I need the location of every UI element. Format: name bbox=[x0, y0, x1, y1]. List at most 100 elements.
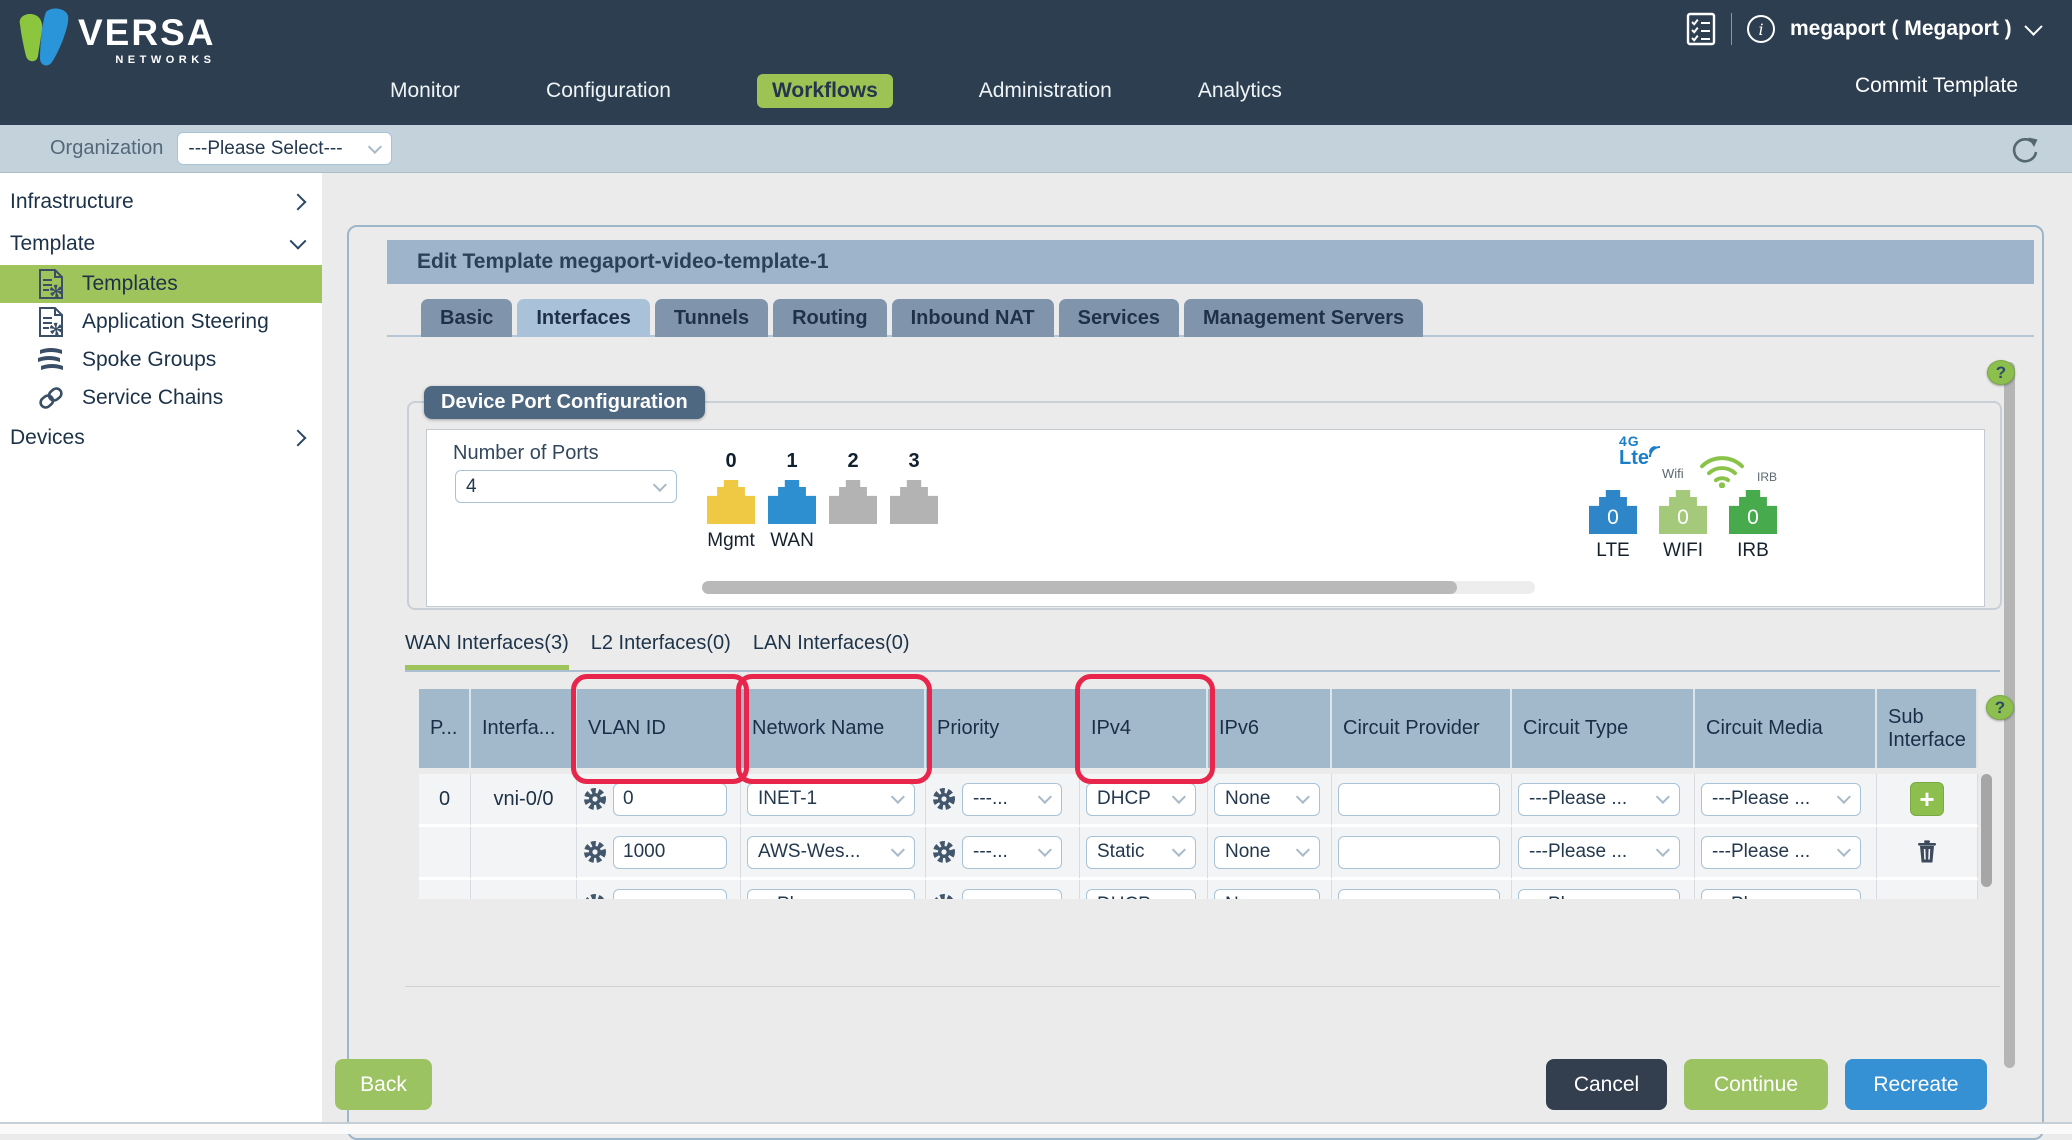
port-label: LTE bbox=[1589, 540, 1637, 562]
help-icon[interactable]: ? bbox=[1987, 360, 2015, 385]
gear-icon[interactable] bbox=[583, 840, 607, 864]
recreate-button[interactable]: Recreate bbox=[1845, 1059, 1987, 1110]
port-label: WIFI bbox=[1659, 540, 1707, 562]
table-row: ---Please ... ---... DHCP None ---Please… bbox=[419, 880, 1999, 899]
tab-basic[interactable]: Basic bbox=[421, 299, 512, 337]
gear-icon[interactable] bbox=[932, 840, 956, 864]
circuit-provider-input[interactable] bbox=[1338, 889, 1500, 900]
sidebar-item-service-chains[interactable]: Service Chains bbox=[0, 379, 322, 417]
panel-title: Edit Template megaport-video-template-1 bbox=[387, 240, 2034, 284]
ipv4-select[interactable]: Static bbox=[1086, 836, 1196, 869]
user-menu-label[interactable]: megaport ( Megaport ) bbox=[1790, 17, 2012, 41]
ipv4-select[interactable]: DHCP bbox=[1086, 889, 1196, 900]
gear-icon[interactable] bbox=[932, 893, 956, 899]
port-column-1: 1 WAN bbox=[768, 450, 816, 552]
tab-wan-interfaces[interactable]: WAN Interfaces(3) bbox=[405, 632, 569, 670]
ipv6-select[interactable]: None bbox=[1214, 783, 1320, 816]
info-icon[interactable]: i bbox=[1747, 15, 1775, 43]
sidebar-item-devices[interactable]: Devices bbox=[0, 417, 322, 459]
priority-select[interactable]: ---... bbox=[962, 836, 1062, 869]
network-name-select[interactable]: AWS-Wes... bbox=[747, 836, 915, 869]
organization-select-value: ---Please Select--- bbox=[188, 138, 342, 160]
vlan-id-input[interactable] bbox=[613, 889, 727, 900]
organization-select[interactable]: ---Please Select--- bbox=[177, 132, 392, 165]
user-menu-chevron-down-icon[interactable] bbox=[2024, 17, 2042, 35]
delete-row-trash-icon[interactable] bbox=[1917, 840, 1937, 864]
port-column-wifi: 0 WIFI bbox=[1659, 488, 1707, 562]
wifi-caption: Wifi bbox=[1662, 466, 1684, 481]
sidebar-item-templates[interactable]: Templates bbox=[0, 265, 322, 303]
ipv6-select[interactable]: None bbox=[1214, 889, 1320, 900]
sidebar-item-spoke-groups[interactable]: Spoke Groups bbox=[0, 341, 322, 379]
circuit-type-select[interactable]: ---Please ... bbox=[1518, 836, 1680, 869]
gear-icon[interactable] bbox=[583, 893, 607, 899]
network-name-select[interactable]: INET-1 bbox=[747, 783, 915, 816]
circuit-media-select[interactable]: ---Please ... bbox=[1701, 836, 1861, 869]
chevron-down-icon bbox=[1172, 790, 1186, 804]
add-sub-interface-button[interactable]: + bbox=[1910, 782, 1944, 816]
vlan-id-input[interactable] bbox=[613, 836, 727, 869]
number-of-ports-select[interactable]: 4 bbox=[455, 470, 677, 503]
circuit-provider-input[interactable] bbox=[1338, 836, 1500, 869]
nav-configuration[interactable]: Configuration bbox=[546, 79, 671, 103]
ipv4-select[interactable]: DHCP bbox=[1086, 783, 1196, 816]
device-port-configuration-body: Number of Ports 4 0 Mgmt 1 WAN 2 bbox=[426, 429, 1985, 607]
gear-icon[interactable] bbox=[932, 787, 956, 811]
table-scrollbar-thumb[interactable] bbox=[1981, 774, 1992, 887]
chevron-down-icon bbox=[368, 139, 382, 153]
port-column-lte: 0 LTE bbox=[1589, 488, 1637, 562]
col-header-circuit-type: Circuit Type bbox=[1512, 689, 1695, 768]
commit-template-button[interactable]: Commit Template bbox=[1855, 74, 2018, 98]
port-icon-unused[interactable] bbox=[890, 480, 938, 524]
back-button[interactable]: Back bbox=[335, 1059, 432, 1110]
priority-select[interactable]: ---... bbox=[962, 889, 1062, 900]
tab-routing[interactable]: Routing bbox=[773, 299, 887, 337]
refresh-icon[interactable] bbox=[2008, 132, 2042, 171]
port-icon-unused[interactable] bbox=[829, 480, 877, 524]
continue-button[interactable]: Continue bbox=[1684, 1059, 1828, 1110]
tab-management-servers[interactable]: Management Servers bbox=[1184, 299, 1423, 337]
ipv6-select[interactable]: None bbox=[1214, 836, 1320, 869]
port-icon-irb[interactable]: 0 bbox=[1729, 490, 1777, 534]
nav-monitor[interactable]: Monitor bbox=[390, 79, 460, 103]
tab-l2-interfaces[interactable]: L2 Interfaces(0) bbox=[591, 632, 731, 670]
tab-lan-interfaces[interactable]: LAN Interfaces(0) bbox=[753, 632, 910, 670]
tab-services[interactable]: Services bbox=[1059, 299, 1179, 337]
tab-interfaces[interactable]: Interfaces bbox=[517, 299, 650, 337]
circuit-media-select[interactable]: ---Please ... bbox=[1701, 889, 1861, 900]
port-number: 2 bbox=[829, 450, 877, 478]
network-name-select[interactable]: ---Please ... bbox=[747, 889, 915, 900]
cell-port: 0 bbox=[419, 774, 471, 827]
horizontal-scrollbar bbox=[702, 581, 1535, 594]
interface-tabs: WAN Interfaces(3) L2 Interfaces(0) LAN I… bbox=[405, 632, 910, 670]
cancel-button[interactable]: Cancel bbox=[1546, 1059, 1667, 1110]
horizontal-scrollbar-thumb[interactable] bbox=[702, 581, 1457, 594]
port-label bbox=[890, 530, 938, 552]
port-icon-mgmt[interactable] bbox=[707, 480, 755, 524]
priority-select[interactable]: ---... bbox=[962, 783, 1062, 816]
port-icon-wifi[interactable]: 0 bbox=[1659, 490, 1707, 534]
tasks-checklist-icon[interactable] bbox=[1686, 12, 1716, 46]
help-icon[interactable]: ? bbox=[1986, 695, 2014, 720]
nav-analytics[interactable]: Analytics bbox=[1198, 79, 1282, 103]
document-gear-icon bbox=[36, 269, 66, 299]
circuit-type-select[interactable]: ---Please ... bbox=[1518, 783, 1680, 816]
lte-text: Lte bbox=[1619, 448, 1649, 468]
sidebar-item-infrastructure[interactable]: Infrastructure bbox=[0, 181, 322, 223]
vlan-id-input[interactable] bbox=[613, 783, 727, 816]
cell-ipv4: DHCP bbox=[1080, 880, 1208, 899]
table-body: 0 vni-0/0 INET-1 ---... DHCP None bbox=[419, 774, 1999, 899]
gear-icon[interactable] bbox=[583, 787, 607, 811]
nav-administration[interactable]: Administration bbox=[979, 79, 1112, 103]
port-icon-wan[interactable] bbox=[768, 480, 816, 524]
port-icon-lte[interactable]: 0 bbox=[1589, 490, 1637, 534]
col-header-circuit-provider: Circuit Provider bbox=[1332, 689, 1512, 768]
sidebar-item-application-steering[interactable]: Application Steering bbox=[0, 303, 322, 341]
tab-tunnels[interactable]: Tunnels bbox=[655, 299, 768, 337]
nav-workflows[interactable]: Workflows bbox=[757, 74, 893, 108]
tab-inbound-nat[interactable]: Inbound NAT bbox=[892, 299, 1054, 337]
circuit-type-select[interactable]: ---Please ... bbox=[1518, 889, 1680, 900]
circuit-media-select[interactable]: ---Please ... bbox=[1701, 783, 1861, 816]
circuit-provider-input[interactable] bbox=[1338, 783, 1500, 816]
sidebar-item-template[interactable]: Template bbox=[0, 223, 322, 265]
